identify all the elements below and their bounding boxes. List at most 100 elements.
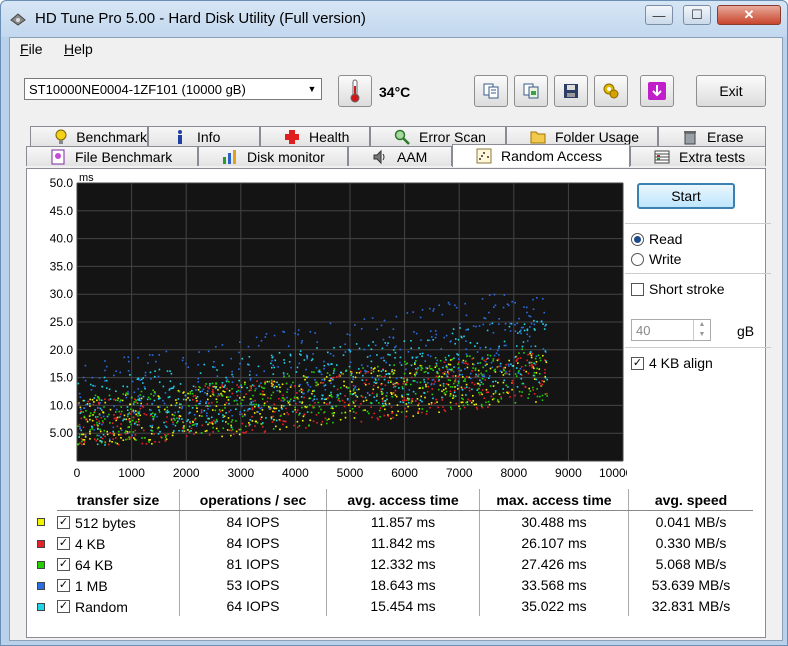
data-point bbox=[507, 363, 510, 366]
write-radio[interactable]: Write bbox=[631, 251, 681, 267]
data-point bbox=[216, 375, 219, 377]
tab-error-scan[interactable]: Error Scan bbox=[370, 126, 506, 146]
data-point bbox=[399, 348, 402, 351]
data-point bbox=[164, 436, 167, 439]
download-button[interactable] bbox=[640, 75, 674, 107]
data-point bbox=[485, 401, 487, 404]
spin-arrows-icon[interactable]: ▲ ▼ bbox=[693, 320, 710, 340]
data-point bbox=[404, 360, 406, 363]
data-point bbox=[120, 406, 123, 408]
data-point bbox=[125, 438, 127, 441]
data-point bbox=[370, 372, 373, 375]
data-point bbox=[457, 375, 460, 378]
temperature-button[interactable] bbox=[338, 75, 372, 107]
data-point bbox=[326, 372, 329, 374]
series-check-icon[interactable]: ✓ bbox=[57, 600, 70, 614]
chevron-down-icon[interactable]: ▼ bbox=[303, 79, 321, 99]
data-point bbox=[484, 379, 487, 381]
data-point bbox=[381, 388, 384, 390]
minimize-button[interactable]: — bbox=[645, 5, 673, 25]
data-point bbox=[370, 402, 373, 405]
data-point bbox=[490, 361, 493, 364]
data-point bbox=[489, 354, 492, 357]
tab-extra-tests[interactable]: Extra tests bbox=[630, 146, 766, 166]
copy-screen-button[interactable] bbox=[514, 75, 548, 107]
data-point bbox=[541, 380, 544, 382]
data-point bbox=[426, 367, 429, 370]
tab-benchmark[interactable]: Benchmark bbox=[30, 126, 148, 146]
data-point bbox=[315, 414, 318, 416]
start-button[interactable]: Start bbox=[637, 183, 735, 209]
series-check-icon[interactable]: ✓ bbox=[57, 516, 70, 530]
tab-erase[interactable]: Erase bbox=[658, 126, 766, 146]
data-point bbox=[494, 390, 497, 392]
series-toggle-cell[interactable]: ✓ 64 KB bbox=[57, 553, 180, 574]
series-toggle-cell[interactable]: ✓ 1 MB bbox=[57, 574, 180, 595]
title-bar[interactable]: HD Tune Pro 5.00 - Hard Disk Utility (Fu… bbox=[1, 1, 787, 37]
series-toggle-cell[interactable]: ✓ Random bbox=[57, 595, 180, 616]
close-button[interactable]: ✕ bbox=[717, 5, 781, 25]
tab-folder-usage[interactable]: Folder Usage bbox=[506, 126, 658, 146]
data-point bbox=[462, 380, 465, 382]
data-point bbox=[299, 383, 301, 386]
exit-button[interactable]: Exit bbox=[696, 75, 766, 107]
data-point bbox=[486, 329, 489, 332]
series-color-swatch bbox=[37, 602, 45, 611]
series-toggle-cell[interactable]: ✓ 512 bytes bbox=[57, 511, 180, 533]
data-point bbox=[252, 404, 254, 406]
data-point bbox=[221, 395, 224, 397]
series-check-icon[interactable]: ✓ bbox=[57, 558, 70, 572]
short-stroke-input[interactable]: 40 ▲ ▼ bbox=[631, 319, 711, 341]
data-point bbox=[398, 387, 400, 389]
options-button[interactable] bbox=[594, 75, 628, 107]
data-point bbox=[189, 411, 191, 414]
data-point bbox=[519, 357, 522, 359]
data-point bbox=[137, 415, 139, 417]
series-check-icon[interactable]: ✓ bbox=[57, 579, 70, 593]
data-point bbox=[441, 313, 444, 316]
data-point bbox=[487, 406, 489, 409]
data-point bbox=[523, 369, 525, 372]
data-point bbox=[346, 387, 349, 389]
data-point bbox=[238, 379, 241, 382]
copy-info-button[interactable] bbox=[474, 75, 508, 107]
maximize-button[interactable]: ☐ bbox=[683, 5, 711, 25]
data-point bbox=[229, 395, 231, 398]
data-point bbox=[477, 362, 479, 365]
data-point bbox=[358, 388, 360, 391]
drive-select[interactable]: ST10000NE0004-1ZF101 (10000 gB) ▼ bbox=[24, 78, 322, 100]
series-toggle-cell[interactable]: ✓ 4 KB bbox=[57, 532, 180, 553]
data-point bbox=[203, 363, 206, 366]
short-stroke-checkbox[interactable]: Short stroke bbox=[631, 281, 724, 297]
data-point bbox=[484, 346, 487, 349]
menu-help[interactable]: Help bbox=[64, 41, 93, 57]
data-point bbox=[518, 352, 520, 354]
tab-disk-monitor[interactable]: Disk monitor bbox=[198, 146, 348, 166]
menu-file[interactable]: File bbox=[20, 41, 43, 57]
data-point bbox=[151, 443, 153, 445]
data-point bbox=[278, 397, 280, 400]
data-point bbox=[118, 433, 120, 436]
data-point bbox=[425, 383, 427, 386]
data-point bbox=[400, 364, 403, 366]
data-point bbox=[500, 397, 503, 400]
series-check-icon[interactable]: ✓ bbox=[57, 537, 70, 551]
data-point bbox=[246, 386, 248, 389]
data-point bbox=[493, 354, 496, 357]
data-point bbox=[206, 414, 208, 417]
tab-aam[interactable]: AAM bbox=[348, 146, 452, 166]
tab-info[interactable]: Info bbox=[148, 126, 260, 146]
read-radio[interactable]: Read bbox=[631, 231, 682, 247]
save-button[interactable] bbox=[554, 75, 588, 107]
data-point bbox=[344, 411, 347, 414]
y-tick-label: 30.0 bbox=[50, 287, 74, 301]
tab-health[interactable]: Health bbox=[260, 126, 370, 146]
data-point bbox=[86, 420, 89, 423]
tab-random-access-label: Random Access bbox=[501, 148, 603, 164]
divider bbox=[625, 347, 771, 348]
align-checkbox[interactable]: ✓ 4 KB align bbox=[631, 355, 713, 371]
tab-file-benchmark[interactable]: File Benchmark bbox=[26, 146, 198, 166]
data-point bbox=[394, 385, 397, 388]
tab-random-access[interactable]: Random Access bbox=[452, 144, 630, 167]
data-point bbox=[195, 431, 197, 434]
